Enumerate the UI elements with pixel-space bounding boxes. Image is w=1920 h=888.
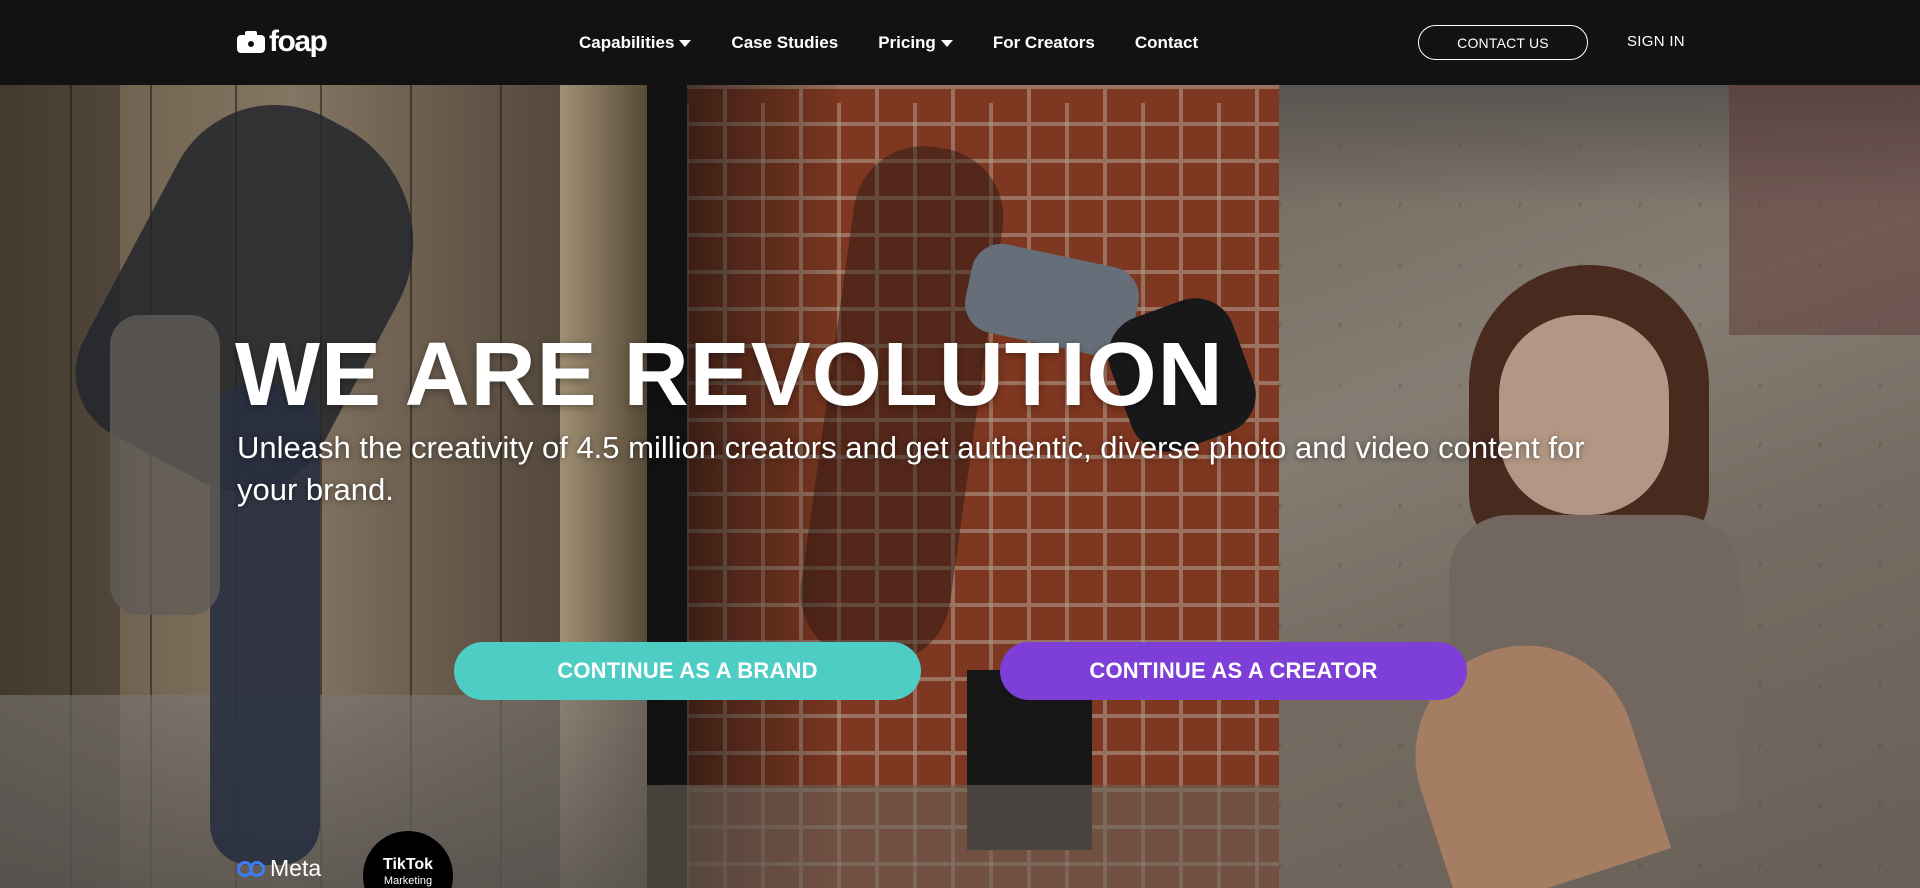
meta-wordmark: Meta xyxy=(270,855,322,881)
nav-item-for-creators[interactable]: For Creators xyxy=(993,33,1095,53)
caret-down-icon xyxy=(679,39,692,47)
contact-us-button[interactable]: CONTACT US xyxy=(1418,25,1588,60)
sign-in-link[interactable]: SIGN IN xyxy=(1627,33,1685,50)
continue-as-creator-button[interactable]: CONTINUE AS A CREATOR xyxy=(1000,642,1467,700)
caret-down-icon xyxy=(940,39,953,47)
meta-partner-badge: Meta xyxy=(237,855,321,882)
main-menu: Capabilities Case Studies Pricing For Cr… xyxy=(579,31,1198,55)
nav-item-contact[interactable]: Contact xyxy=(1135,33,1198,53)
nav-item-label: Pricing xyxy=(878,33,936,52)
camera-icon xyxy=(237,31,265,53)
nav-item-label: For Creators xyxy=(992,33,1095,52)
nav-item-label: Capabilities xyxy=(579,33,675,52)
foap-logo[interactable]: foap xyxy=(237,25,328,58)
nav-item-case-studies[interactable]: Case Studies xyxy=(731,33,838,53)
hero-headline: WE ARE REVOLUTION xyxy=(235,325,1224,425)
tiktok-marketing-label: Marketing xyxy=(383,875,433,887)
nav-item-pricing[interactable]: Pricing xyxy=(878,33,953,53)
continue-as-brand-button[interactable]: CONTINUE AS A BRAND xyxy=(454,642,921,700)
logo-text: foap xyxy=(269,25,328,58)
nav-item-label: Case Studies xyxy=(731,33,839,52)
nav-item-capabilities[interactable]: Capabilities xyxy=(579,33,692,53)
hero-subheadline: Unleash the creativity of 4.5 million cr… xyxy=(237,430,1585,507)
nav-item-label: Contact xyxy=(1134,33,1199,52)
tiktok-wordmark: TikTok xyxy=(382,856,434,873)
hero-section: WE ARE REVOLUTION Unleash the creativity… xyxy=(0,85,1920,888)
top-navigation: foap Capabilities Case Studies Pricing F… xyxy=(0,0,1920,85)
meta-infinity-icon xyxy=(237,859,267,879)
